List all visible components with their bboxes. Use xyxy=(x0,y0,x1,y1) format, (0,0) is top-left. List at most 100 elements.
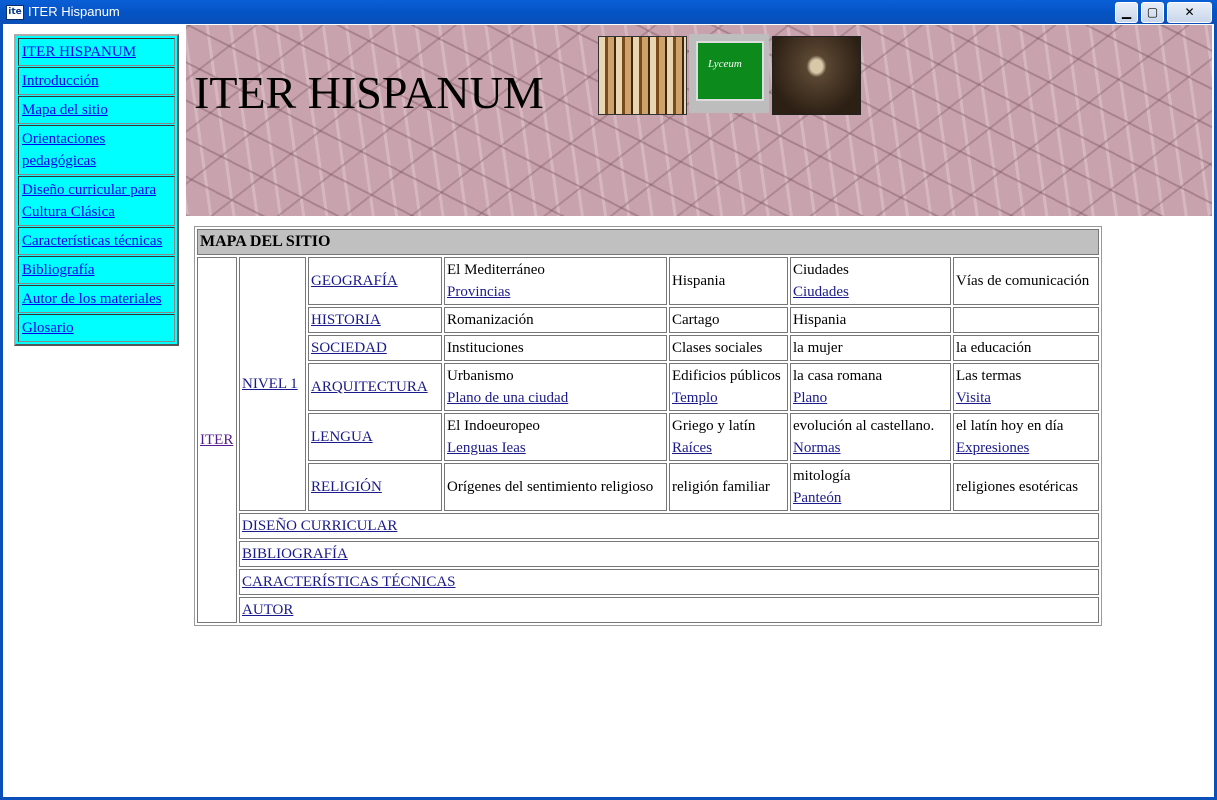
ciudades-link[interactable]: Ciudades xyxy=(793,281,948,303)
window-frame-left xyxy=(0,24,3,800)
nivel1-link[interactable]: NIVEL 1 xyxy=(242,376,298,392)
table-cell: Instituciones xyxy=(444,335,667,361)
sidebar-nav: ITER HISPANUM Introducción Mapa del siti… xyxy=(14,34,179,346)
table-cell: Ciudades Ciudades xyxy=(790,257,951,305)
bibliografia-link[interactable]: BIBLIOGRAFÍA xyxy=(242,546,348,562)
sidebar-item-glosario: Glosario xyxy=(18,314,175,342)
sidebar-link-orientaciones[interactable]: Orientaciones pedagógicas xyxy=(22,131,105,169)
cell-text: Ciudades xyxy=(793,262,849,278)
sidebar-item-introduccion: Introducción xyxy=(18,67,175,95)
cell-text: mitología xyxy=(793,468,851,484)
sidebar-link-diseno[interactable]: Diseño curricular para Cultura Clásica xyxy=(22,182,156,220)
panteon-link[interactable]: Panteón xyxy=(793,487,948,509)
sociedad-link[interactable]: SOCIEDAD xyxy=(311,340,387,356)
topic-cell: SOCIEDAD xyxy=(308,335,442,361)
sidebar-item-iter-hispanum: ITER HISPANUM xyxy=(18,38,175,66)
table-row: LENGUA El Indoeuropeo Lenguas Ieas Grieg… xyxy=(197,413,1099,461)
corridor-image[interactable] xyxy=(772,36,861,115)
iter-link[interactable]: ITER xyxy=(200,432,233,448)
sidebar-item-orientaciones: Orientaciones pedagógicas xyxy=(18,125,175,175)
table-row: AUTOR xyxy=(197,597,1099,623)
sidebar-item-caracteristicas: Características técnicas xyxy=(18,227,175,255)
lyceum-board: Lyceum xyxy=(696,41,764,101)
table-cell: Hispania xyxy=(790,307,951,333)
table-row: CARACTERÍSTICAS TÉCNICAS xyxy=(197,569,1099,595)
cell-text: Edificios públicos xyxy=(672,368,781,384)
sidebar-link-glosario[interactable]: Glosario xyxy=(22,320,74,336)
table-cell: Orígenes del sentimiento religioso xyxy=(444,463,667,511)
topic-cell: RELIGIÓN xyxy=(308,463,442,511)
table-cell: Vías de comunicación xyxy=(953,257,1099,305)
expresiones-link[interactable]: Expresiones xyxy=(956,437,1096,459)
visita-link[interactable]: Visita xyxy=(956,387,1096,409)
window-titlebar: ite ITER Hispanum ▁ ▢ ✕ xyxy=(0,0,1217,24)
table-cell: El Mediterráneo Provincias xyxy=(444,257,667,305)
arquitectura-link[interactable]: ARQUITECTURA xyxy=(311,379,428,395)
table-cell: El Indoeuropeo Lenguas Ieas xyxy=(444,413,667,461)
historia-link[interactable]: HISTORIA xyxy=(311,312,381,328)
diseno-curricular-link[interactable]: DISEÑO CURRICULAR xyxy=(242,518,397,534)
sidebar-link-caracteristicas[interactable]: Características técnicas xyxy=(22,233,162,249)
sidebar-item-bibliografia: Bibliografía xyxy=(18,256,175,284)
table-row: DISEÑO CURRICULAR xyxy=(197,513,1099,539)
lenguas-ieas-link[interactable]: Lenguas Ieas xyxy=(447,437,664,459)
footer-cell: DISEÑO CURRICULAR xyxy=(239,513,1099,539)
table-cell: la casa romana Plano xyxy=(790,363,951,411)
plano-link[interactable]: Plano xyxy=(793,387,948,409)
close-button[interactable]: ✕ xyxy=(1167,2,1212,23)
footer-cell: AUTOR xyxy=(239,597,1099,623)
root-cell: ITER xyxy=(197,257,237,623)
topic-cell: HISTORIA xyxy=(308,307,442,333)
cell-text: la casa romana xyxy=(793,368,883,384)
sitemap-table: MAPA DEL SITIO ITER NIVEL 1 GEOGRAFÍA El… xyxy=(194,226,1102,626)
topic-cell: LENGUA xyxy=(308,413,442,461)
table-cell: la mujer xyxy=(790,335,951,361)
table-cell xyxy=(953,307,1099,333)
table-cell: Griego y latín Raíces xyxy=(669,413,788,461)
sidebar-link-introduccion[interactable]: Introducción xyxy=(22,73,99,89)
table-cell: Hispania xyxy=(669,257,788,305)
footer-cell: CARACTERÍSTICAS TÉCNICAS xyxy=(239,569,1099,595)
topic-cell: GEOGRAFÍA xyxy=(308,257,442,305)
raices-link[interactable]: Raíces xyxy=(672,437,785,459)
site-title: ITER HISPANUM xyxy=(194,67,544,118)
table-cell: la educación xyxy=(953,335,1099,361)
table-row: BIBLIOGRAFÍA xyxy=(197,541,1099,567)
lyceum-text: Lyceum xyxy=(708,58,742,70)
sidebar-link-bibliografia[interactable]: Bibliografía xyxy=(22,262,94,278)
lyceum-image[interactable]: Lyceum xyxy=(689,34,769,113)
level-cell: NIVEL 1 xyxy=(239,257,306,511)
lengua-link[interactable]: LENGUA xyxy=(311,429,373,445)
footer-cell: BIBLIOGRAFÍA xyxy=(239,541,1099,567)
geografia-link[interactable]: GEOGRAFÍA xyxy=(311,273,398,289)
cell-text: evolución al castellano. xyxy=(793,418,935,434)
cell-text: El Mediterráneo xyxy=(447,262,545,278)
table-row: SOCIEDAD Instituciones Clases sociales l… xyxy=(197,335,1099,361)
autor-link[interactable]: AUTOR xyxy=(242,602,293,618)
window-title: ITER Hispanum xyxy=(28,4,120,19)
cell-text: El Indoeuropeo xyxy=(447,418,540,434)
sidebar-link-autor[interactable]: Autor de los materiales xyxy=(22,291,162,307)
table-cell: evolución al castellano. Normas xyxy=(790,413,951,461)
normas-link[interactable]: Normas xyxy=(793,437,948,459)
caracteristicas-tecnicas-link[interactable]: CARACTERÍSTICAS TÉCNICAS xyxy=(242,574,456,590)
sidebar-item-diseno: Diseño curricular para Cultura Clásica xyxy=(18,176,175,226)
table-row: ARQUITECTURA Urbanismo Plano de una ciud… xyxy=(197,363,1099,411)
maximize-button[interactable]: ▢ xyxy=(1141,2,1164,23)
table-cell: Cartago xyxy=(669,307,788,333)
religion-link[interactable]: RELIGIÓN xyxy=(311,479,382,495)
sidebar-link-mapa[interactable]: Mapa del sitio xyxy=(22,102,108,118)
table-cell: Romanización xyxy=(444,307,667,333)
plano-ciudad-link[interactable]: Plano de una ciudad xyxy=(447,387,664,409)
table-cell: Las termas Visita xyxy=(953,363,1099,411)
table-row: HISTORIA Romanización Cartago Hispania xyxy=(197,307,1099,333)
sidebar-item-mapa: Mapa del sitio xyxy=(18,96,175,124)
table-cell: religión familiar xyxy=(669,463,788,511)
templo-link[interactable]: Templo xyxy=(672,387,785,409)
table-cell: Urbanismo Plano de una ciudad xyxy=(444,363,667,411)
provincias-link[interactable]: Provincias xyxy=(447,281,664,303)
sidebar-link-iter-hispanum[interactable]: ITER HISPANUM xyxy=(22,44,136,60)
books-image[interactable] xyxy=(598,36,687,115)
cell-text: el latín hoy en día xyxy=(956,418,1064,434)
minimize-button[interactable]: ▁ xyxy=(1115,2,1138,23)
